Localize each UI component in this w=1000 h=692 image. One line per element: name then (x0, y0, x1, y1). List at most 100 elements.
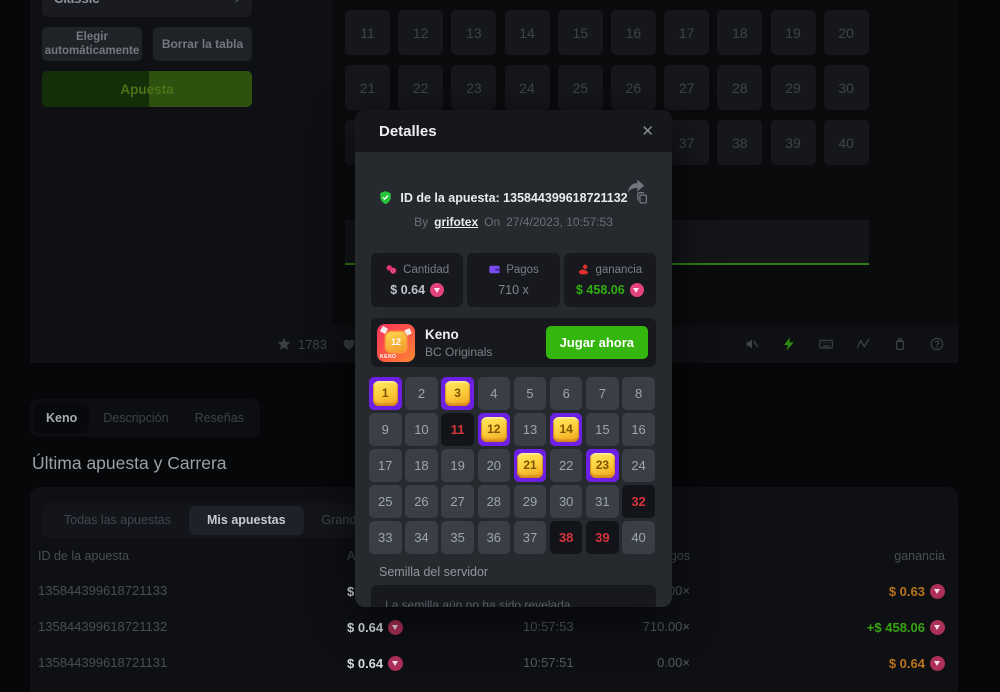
tab-resenas[interactable]: Reseñas (183, 403, 256, 433)
modal-keno-number-5: 5 (514, 377, 547, 410)
profit-icon (577, 263, 590, 276)
stat-label: ganancia (595, 264, 642, 276)
cell-amount: $ 0.64 (347, 609, 403, 645)
amount-value: $ 0.64 (347, 620, 383, 635)
keno-number-13[interactable]: 13 (451, 10, 496, 55)
coin-icon (630, 283, 644, 297)
close-icon[interactable]: ✕ (641, 122, 654, 140)
server-seed-label: Semilla del servidor (379, 565, 488, 579)
keno-number-16[interactable]: 16 (611, 10, 656, 55)
keno-number-11[interactable]: 11 (345, 10, 390, 55)
keno-number-25[interactable]: 25 (558, 65, 603, 110)
clear-table-button[interactable]: Borrar la tabla (153, 27, 252, 61)
copy-icon[interactable] (635, 191, 649, 205)
modal-keno-number-37: 37 (514, 521, 547, 554)
on-label: On (484, 215, 500, 229)
keno-number-18[interactable]: 18 (717, 10, 762, 55)
keno-number-20[interactable]: 20 (824, 10, 869, 55)
filter-tab-mis-apuestas[interactable]: Mis apuestas (189, 506, 304, 535)
modal-keno-number-35: 35 (441, 521, 474, 554)
bet-panel: Classic › Elegir automáticamente Borrar … (30, 0, 332, 363)
keno-number-19[interactable]: 19 (771, 10, 816, 55)
profit-value: $ 0.64 (889, 656, 925, 671)
modal-keno-number-28: 28 (478, 485, 511, 518)
keno-number-39[interactable]: 39 (771, 120, 816, 165)
cell-payout: 710.00× (590, 609, 690, 645)
modal-keno-number-36: 36 (478, 521, 511, 554)
coin-icon (430, 283, 444, 297)
modal-keno-number-6: 6 (550, 377, 583, 410)
keno-number-23[interactable]: 23 (451, 65, 496, 110)
star-icon[interactable] (276, 336, 292, 352)
keno-number-26[interactable]: 26 (611, 65, 656, 110)
by-label: By (414, 215, 428, 229)
play-now-button[interactable]: Jugar ahora (546, 326, 648, 359)
modal-keno-number-34: 34 (405, 521, 438, 554)
keno-number-29[interactable]: 29 (771, 65, 816, 110)
modal-keno-number-21: 21 (514, 449, 547, 482)
filter-tab-todas-las-apuestas[interactable]: Todas las apuestas (46, 506, 189, 535)
game-meta: Keno BC Originals (425, 327, 492, 359)
keno-number-30[interactable]: 30 (824, 65, 869, 110)
tab-keno[interactable]: Keno (34, 403, 89, 433)
auto-pick-button[interactable]: Elegir automáticamente (42, 27, 142, 61)
game-mode-label: Classic (54, 0, 100, 6)
cell-time: 10:57:51 (523, 645, 574, 681)
keno-number-22[interactable]: 22 (398, 65, 443, 110)
keno-number-28[interactable]: 28 (717, 65, 762, 110)
column-header-profit: ganancia (795, 549, 945, 563)
modal-keno-grid: 1234567891011121314151617181920212223242… (369, 377, 655, 554)
modal-keno-number-3: 3 (441, 377, 474, 410)
modal-keno-number-8: 8 (622, 377, 655, 410)
coin-icon (930, 620, 945, 635)
cell-payout: 0.00× (590, 645, 690, 681)
stat-label: Cantidad (403, 264, 449, 276)
stat-card-amount: Cantidad $ 0.64 (371, 253, 463, 307)
keno-number-14[interactable]: 14 (505, 10, 550, 55)
username-link[interactable]: grifotex (434, 215, 478, 229)
modal-header: Detalles ✕ (355, 110, 672, 152)
chevron-right-icon: › (235, 0, 240, 8)
hit-gold-tile: 21 (517, 453, 543, 479)
keno-number-15[interactable]: 15 (558, 10, 603, 55)
keno-number-17[interactable]: 17 (664, 10, 709, 55)
bet-meta-row: By grifotex On 27/4/2023, 10:57:53 (355, 215, 672, 229)
help-icon[interactable] (929, 336, 945, 352)
server-seed-input[interactable]: La semilla aún no ha sido revelada... (371, 585, 656, 607)
keno-number-40[interactable]: 40 (824, 120, 869, 165)
keno-number-27[interactable]: 27 (664, 65, 709, 110)
keno-number-21[interactable]: 21 (345, 65, 390, 110)
hit-gold-tile: 1 (373, 381, 399, 407)
modal-keno-number-14: 14 (550, 413, 583, 446)
hotkeys-icon[interactable] (818, 336, 834, 352)
profit-value: $ 0.63 (889, 584, 925, 599)
tab-descripcion[interactable]: Descripción (91, 403, 180, 433)
keno-game-icon: 12 KENO (377, 324, 415, 362)
keno-number-12[interactable]: 12 (398, 10, 443, 55)
game-mode-select[interactable]: Classic › (42, 0, 252, 17)
keno-number-24[interactable]: 24 (505, 65, 550, 110)
amount-value: $ (347, 584, 354, 599)
column-header-id: ID de la apuesta (38, 549, 129, 563)
modal-title: Detalles (379, 123, 437, 140)
trash-icon[interactable] (892, 336, 908, 352)
modal-keno-number-27: 27 (441, 485, 474, 518)
keno-number-38[interactable]: 38 (717, 120, 762, 165)
modal-keno-number-25: 25 (369, 485, 402, 518)
table-row[interactable]: 135844399618721132$ 0.6410:57:53710.00×+… (30, 609, 958, 645)
modal-keno-number-9: 9 (369, 413, 402, 446)
game-info-row: 12 KENO Keno BC Originals Jugar ahora (371, 318, 656, 367)
bet-button[interactable]: Apuesta (42, 71, 252, 107)
stat-label: Pagos (506, 264, 539, 276)
modal-keno-number-30: 30 (550, 485, 583, 518)
live-stats-icon[interactable] (855, 336, 871, 352)
table-row[interactable]: 135844399618721131$ 0.6410:57:510.00×$ 0… (30, 645, 958, 681)
modal-keno-number-7: 7 (586, 377, 619, 410)
sound-off-icon[interactable] (744, 336, 760, 352)
hit-gold-tile: 3 (445, 381, 471, 407)
turbo-icon[interactable] (781, 336, 797, 352)
stat-value: $ 458.06 (576, 283, 625, 297)
cell-bet-id: 135844399618721132 (38, 609, 167, 645)
bet-stat-cards: Cantidad $ 0.64 Pagos 710 x (371, 253, 656, 307)
modal-keno-number-18: 18 (405, 449, 438, 482)
